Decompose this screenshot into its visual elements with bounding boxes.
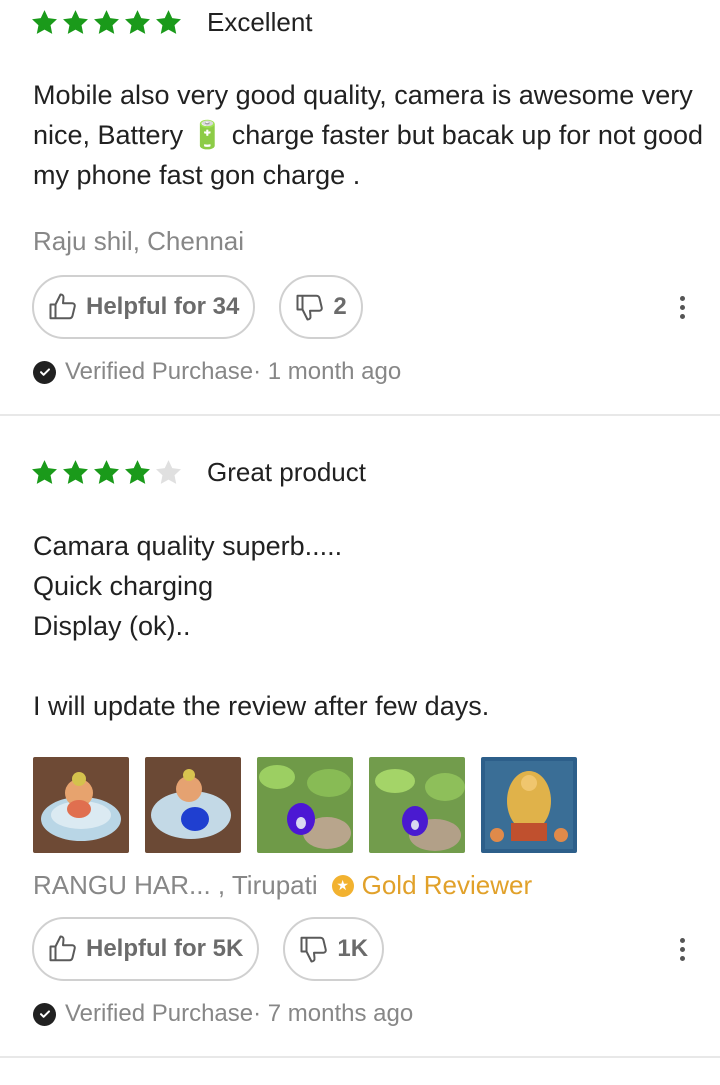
helpful-label: Helpful for 5K [86, 935, 244, 962]
dislike-button[interactable]: 2 [279, 275, 363, 339]
review-card: Great product Camara quality superb.....… [0, 416, 720, 1060]
rating-row: Excellent [30, 2, 313, 42]
deity-picture-photo [481, 757, 577, 853]
ganesha-idol-blue-flower-photo [145, 757, 241, 853]
author-name-location: RANGU HAR... , Tirupati [33, 870, 318, 900]
more-options-icon[interactable] [662, 929, 702, 969]
star-filled-icon [63, 459, 88, 484]
star-filled-icon [32, 9, 57, 34]
thumbs-up-icon [49, 935, 76, 962]
blue-flower-plant-photo [257, 757, 353, 853]
star-badge-icon: ★ [331, 874, 354, 897]
gold-reviewer-badge: ★ Gold Reviewer [331, 870, 533, 901]
review-image[interactable] [257, 757, 353, 853]
verified-purchase: Verified Purchase · 1 month ago [33, 358, 401, 386]
thumbs-up-icon [49, 293, 76, 320]
star-filled-icon [156, 9, 181, 34]
review-body: Camara quality superb..... Quick chargin… [33, 531, 490, 721]
divider [0, 1056, 720, 1058]
verified-label: Verified Purchase [65, 1000, 254, 1027]
dislike-count: 1K [337, 935, 369, 962]
star-filled-icon [94, 459, 119, 484]
review-actions: Helpful for 34 2 [32, 275, 702, 339]
dislike-count: 2 [333, 293, 347, 320]
ganesha-idol-photo [33, 757, 129, 853]
blue-flower-plant-photo-2 [369, 757, 465, 853]
dislike-button[interactable]: 1K [283, 917, 385, 981]
badge-label: Gold Reviewer [361, 870, 533, 900]
verified-check-icon [33, 360, 56, 384]
star-rating [30, 8, 183, 37]
star-filled-icon [125, 9, 150, 34]
review-actions: Helpful for 5K 1K [32, 917, 702, 981]
thumbs-down-icon [300, 936, 328, 963]
review-image[interactable] [369, 757, 465, 853]
verified-label: Verified Purchase [65, 358, 254, 385]
verified-check-icon [33, 1002, 56, 1026]
review-card: Excellent Mobile also very good quality,… [0, 0, 720, 416]
thumbs-down-icon [296, 294, 324, 321]
author-name-location: Raju shil, Chennai [33, 226, 245, 256]
star-filled-icon [32, 459, 57, 484]
more-options-icon[interactable] [662, 287, 702, 327]
review-body: Mobile also very good quality, camera is… [33, 80, 704, 190]
review-time: · 7 months ago [253, 1000, 414, 1027]
helpful-button[interactable]: Helpful for 34 [32, 275, 256, 339]
review-author: Raju shil, Chennai [33, 226, 244, 257]
review-image[interactable] [145, 757, 241, 853]
helpful-label: Helpful for 34 [86, 293, 240, 320]
review-title: Great product [207, 456, 366, 487]
review-image[interactable] [33, 757, 129, 853]
review-author: RANGU HAR... , Tirupati ★ Gold Reviewer [33, 870, 532, 901]
verified-purchase: Verified Purchase · 7 months ago [33, 1000, 413, 1028]
star-rating [30, 458, 183, 487]
star-empty-icon [156, 459, 181, 484]
star-filled-icon [94, 9, 119, 34]
star-filled-icon [125, 459, 150, 484]
review-images [33, 757, 577, 853]
review-time: · 1 month ago [253, 358, 402, 385]
star-filled-icon [63, 9, 88, 34]
review-image[interactable] [481, 757, 577, 853]
helpful-button[interactable]: Helpful for 5K [32, 917, 260, 981]
rating-row: Great product [30, 452, 366, 492]
review-title: Excellent [207, 6, 313, 37]
